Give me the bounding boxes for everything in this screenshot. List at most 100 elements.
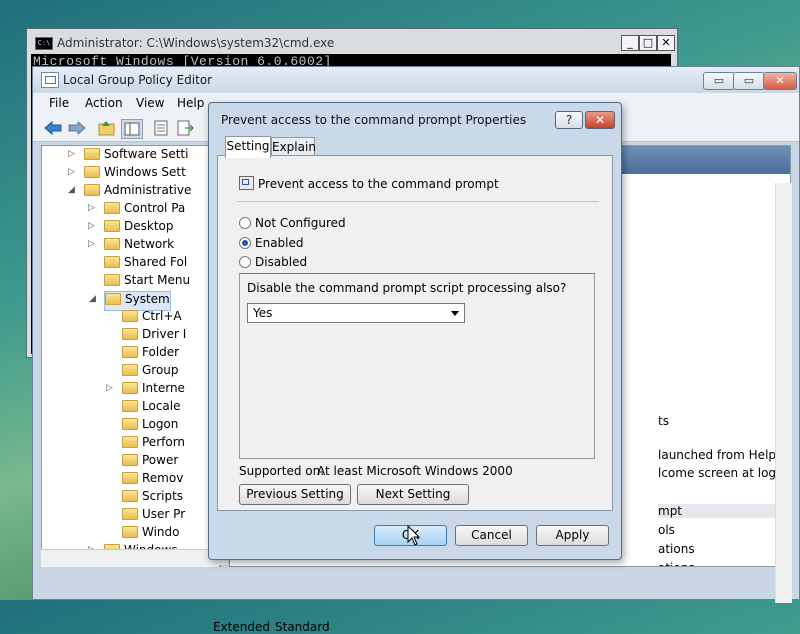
radio-enabled[interactable] (239, 237, 251, 249)
radio-enabled-label[interactable]: Enabled (255, 236, 304, 250)
supported-on-label: Supported on: (239, 464, 325, 478)
dialog-help-button[interactable]: ? (555, 111, 583, 129)
expand-arrow-icon[interactable]: ◢ (68, 185, 75, 195)
forward-arrow-icon[interactable] (67, 119, 87, 137)
expand-arrow-icon[interactable]: ▷ (106, 383, 113, 393)
cancel-button[interactable]: Cancel (455, 525, 528, 546)
tree-item[interactable]: ▷ Interne (106, 381, 185, 399)
expand-arrow-icon[interactable]: ▷ (68, 167, 75, 177)
tree-item[interactable]: Remov (122, 471, 183, 489)
dialog-close-button[interactable]: ✕ (585, 111, 615, 129)
back-arrow-icon[interactable] (43, 119, 63, 137)
setting-list-item[interactable]: lcome screen at logon (658, 466, 790, 480)
tree-item-label: Folder (142, 345, 180, 359)
radio-disabled[interactable] (239, 256, 251, 268)
setting-list-item[interactable]: ations (658, 561, 695, 566)
navigation-tree[interactable]: ▷ Software Setti ▷ Windows Sett ◢ Administrat… (41, 145, 221, 567)
folder-icon (122, 508, 138, 520)
script-processing-select[interactable]: Yes (247, 303, 465, 323)
menu-help[interactable]: Help (177, 96, 204, 110)
gpedit-maximize-button[interactable]: ▭ (733, 72, 765, 90)
options-label: Disable the command prompt script proces… (247, 281, 567, 295)
tree-item[interactable]: ▷ Network (88, 237, 174, 255)
gpedit-app-icon (41, 72, 59, 88)
cmd-maximize-button[interactable]: □ (639, 35, 657, 51)
folder-icon (122, 346, 138, 358)
dialog-title: Prevent access to the command prompt Pro… (221, 113, 527, 127)
radio-not-configured[interactable] (239, 217, 251, 229)
export-list-icon[interactable] (175, 119, 195, 137)
properties-dialog[interactable]: Prevent access to the command prompt Pro… (208, 102, 622, 560)
setting-list-item[interactable]: ts (658, 414, 669, 428)
tree-item[interactable]: Scripts (122, 489, 183, 507)
tree-item[interactable]: User Pr (122, 507, 185, 525)
folder-icon (84, 184, 100, 196)
radio-disabled-label[interactable]: Disabled (255, 255, 307, 269)
menu-action[interactable]: Action (85, 96, 123, 110)
tree-item[interactable]: ▷ Windows Sett (68, 165, 186, 183)
setting-list-item[interactable]: ations (658, 542, 695, 556)
show-hide-tree-icon[interactable] (121, 119, 143, 139)
setting-list-item[interactable]: launched from Help (658, 448, 776, 462)
tree-item-label: Driver I (142, 327, 187, 341)
cmd-titlebar[interactable]: C:\ Administrator: C:\Windows\system32\c… (31, 32, 675, 54)
folder-icon (122, 400, 138, 412)
expand-arrow-icon[interactable]: ▷ (88, 221, 95, 231)
tree-item[interactable]: Windo (122, 525, 180, 543)
tree-item[interactable]: Perforn (122, 435, 185, 453)
tree-item[interactable]: ▷ Desktop (88, 219, 174, 237)
tree-item-label: Desktop (124, 219, 174, 233)
tree-item[interactable]: ▷ Software Setti (68, 147, 188, 165)
up-folder-icon[interactable] (97, 119, 117, 137)
tree-item[interactable]: Power (122, 453, 178, 471)
tree-item[interactable]: Start Menu (104, 273, 190, 291)
tree-item[interactable]: ◢ Administrative (68, 183, 191, 201)
tab-explain[interactable]: Explain (271, 137, 316, 157)
mouse-pointer-icon (407, 525, 421, 546)
properties-icon[interactable] (151, 119, 171, 137)
folder-icon (104, 274, 120, 286)
previous-setting-button[interactable]: Previous Setting (239, 484, 351, 505)
expand-arrow-icon[interactable]: ▷ (68, 149, 75, 159)
folder-icon (84, 166, 100, 178)
gpedit-minimize-button[interactable]: ▭ (703, 72, 735, 90)
tree-item[interactable]: Shared Fol (104, 255, 187, 273)
tree-item[interactable]: Logon (122, 417, 178, 435)
tree-item[interactable]: Folder (122, 345, 179, 363)
cmd-minimize-button[interactable]: _ (621, 35, 639, 51)
cmd-close-button[interactable]: ✕ (657, 35, 675, 51)
tree-item[interactable]: Ctrl+A (122, 309, 182, 327)
tree-item[interactable]: Group (122, 363, 179, 381)
folder-icon (122, 454, 138, 466)
folder-icon (122, 364, 138, 376)
gpedit-titlebar[interactable]: Local Group Policy Editor ▭ ▭ ✕ (33, 67, 799, 93)
setting-list-item[interactable]: mpt (658, 504, 790, 518)
setting-list-item[interactable]: ols (658, 523, 675, 537)
dropdown-arrow-icon[interactable] (451, 311, 459, 316)
tree-item[interactable]: ▷ Control Pa (88, 201, 185, 219)
tab-standard[interactable]: Standard (275, 620, 330, 634)
settings-vertical-scrollbar[interactable] (775, 183, 792, 603)
menu-file[interactable]: File (49, 96, 69, 110)
tree-horizontal-scrollbar[interactable] (41, 549, 219, 567)
tree-item[interactable]: ◢ System (89, 291, 171, 311)
tree-item[interactable]: Locale (122, 399, 180, 417)
menu-view[interactable]: View (136, 96, 164, 110)
expand-arrow-icon[interactable]: ▷ (88, 203, 95, 213)
folder-icon (104, 202, 120, 214)
tree-item-label: System (125, 292, 170, 306)
tree-item-label: Ctrl+A (142, 309, 182, 323)
gpedit-close-button[interactable]: ✕ (763, 72, 797, 90)
tree-item[interactable]: Driver I (122, 327, 186, 345)
folder-icon (122, 490, 138, 502)
folder-icon (122, 436, 138, 448)
apply-button[interactable]: Apply (536, 525, 609, 546)
expand-arrow-icon[interactable]: ◢ (89, 294, 96, 304)
expand-arrow-icon[interactable]: ▷ (88, 239, 95, 249)
policy-setting-icon (239, 176, 254, 190)
gpedit-title: Local Group Policy Editor (63, 73, 213, 87)
next-setting-button[interactable]: Next Setting (357, 484, 469, 505)
tab-setting[interactable]: Setting (225, 136, 271, 158)
radio-not-configured-label[interactable]: Not Configured (255, 216, 346, 230)
tab-extended[interactable]: Extended (213, 620, 270, 634)
